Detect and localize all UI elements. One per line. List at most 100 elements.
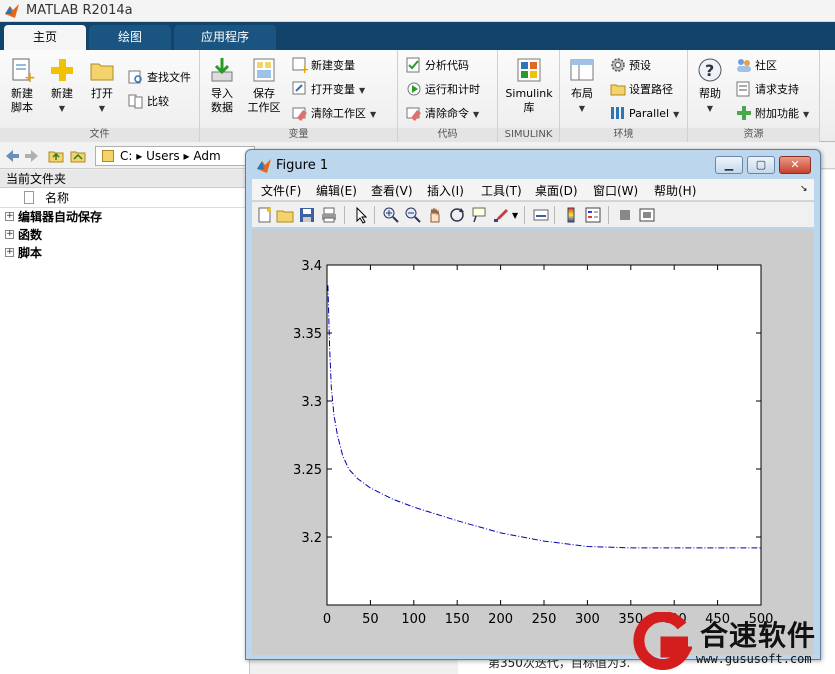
parallel-icon [610, 105, 626, 121]
layout-icon [568, 56, 596, 84]
x-tick-label: 250 [532, 612, 557, 627]
compare-button[interactable]: 比较 [128, 92, 169, 112]
clear-workspace-button[interactable]: 清除工作区 ▼ [292, 104, 376, 124]
tab-home[interactable]: 主页 [4, 25, 86, 50]
toolbar-separator [524, 206, 525, 224]
save-icon[interactable] [298, 206, 316, 224]
show-plot-tools-icon[interactable] [638, 206, 656, 224]
brush-dropdown-icon[interactable]: ▼ [512, 211, 518, 220]
layout-button[interactable]: 布局 ▼ [562, 56, 602, 116]
menu-tools[interactable]: 工具(T) [481, 182, 522, 199]
toolbar-separator [554, 206, 555, 224]
watermark-text: 合速软件 [700, 619, 817, 652]
open-variable-icon [292, 81, 308, 97]
watermark-logo-icon [633, 612, 692, 670]
menu-edit[interactable]: 编辑(E) [316, 182, 357, 199]
plot-area: 3.23.253.33.353.4 0 50 100 150 200 250 300 350 4… [293, 259, 773, 627]
zoom-out-icon[interactable] [404, 206, 422, 224]
open-button[interactable]: 打开 ▼ [82, 56, 122, 116]
run-time-icon [406, 81, 422, 97]
zoom-in-icon[interactable] [382, 206, 400, 224]
toolbar-separator [344, 206, 345, 224]
brush-icon[interactable] [492, 206, 510, 224]
colorbar-icon[interactable] [562, 206, 580, 224]
help-button[interactable]: ? 帮助 ▼ [690, 56, 730, 116]
hide-plot-tools-icon[interactable] [616, 206, 634, 224]
name-column-header[interactable]: 名称 [0, 188, 249, 208]
maximize-button[interactable]: ▢ [747, 156, 775, 174]
new-script-button[interactable]: + 新建 脚本 [2, 56, 42, 115]
preferences-button[interactable]: 预设 [610, 56, 651, 76]
folder-open-icon [88, 56, 116, 84]
find-files-button[interactable]: 查找文件 [128, 68, 191, 88]
data-cursor-icon[interactable] [470, 206, 488, 224]
menu-help[interactable]: 帮助(H) [654, 182, 696, 199]
open-variable-button[interactable]: 打开变量 ▼ [292, 80, 365, 100]
expand-icon[interactable]: + [5, 230, 14, 239]
tab-apps[interactable]: 应用程序 [174, 25, 276, 50]
menu-view[interactable]: 查看(V) [371, 182, 413, 199]
new-variable-button[interactable]: + 新建变量 [292, 56, 355, 76]
dock-arrow-icon[interactable]: ↘ [800, 184, 808, 194]
watermark: 合速软件 www.gususoft.com [630, 612, 835, 674]
new-variable-icon: + [292, 57, 309, 76]
ribbon-group-variable: 导入 数据 保存 工作区 + 新建变量 打开变量 ▼ 清除工作区 ▼ 变量 [200, 50, 398, 142]
rotate-3d-icon[interactable] [448, 206, 466, 224]
analyze-code-button[interactable]: 分析代码 [406, 56, 469, 76]
svg-text:+: + [300, 63, 308, 73]
gear-icon [610, 57, 626, 73]
x-tick-label: 50 [362, 612, 379, 627]
pointer-icon[interactable] [352, 206, 370, 224]
current-path-field[interactable]: C: ▸ Users ▸ Adm [95, 146, 255, 166]
run-and-time-button[interactable]: 运行和计时 [406, 80, 480, 100]
addons-button[interactable]: 附加功能 ▼ [736, 104, 809, 124]
minimize-button[interactable]: ▁ [715, 156, 743, 174]
folder-item-scripts[interactable]: + 脚本 [0, 244, 249, 262]
up-folder-icon[interactable] [48, 148, 64, 164]
new-script-icon: + [8, 56, 36, 86]
parallel-button[interactable]: Parallel ▼ [610, 104, 679, 124]
close-button[interactable]: ✕ [779, 156, 811, 174]
figure-canvas[interactable]: 3.2 3.25 3.3 3.35 3.4 0 50 100 150 200 250 300 350 4… [252, 229, 814, 655]
workspace-panel-edge [820, 170, 835, 674]
ribbon-group-file: + 新建 脚本 新建 ▼ 打开 ▼ 查找文件 比较 文件 [0, 50, 200, 142]
ribbon-tab-bar: 主页 绘图 应用程序 [0, 22, 835, 50]
folder-item-functions[interactable]: + 函数 [0, 226, 249, 244]
set-path-icon [610, 81, 626, 97]
back-arrow-icon[interactable] [4, 148, 20, 164]
pan-hand-icon[interactable] [426, 206, 444, 224]
folder-item-autosave[interactable]: + 编辑器自动保存 [0, 208, 249, 226]
group-label-variable: 变量 [200, 128, 397, 142]
y-tick-label: 3.2 [301, 531, 322, 546]
expand-icon[interactable]: + [5, 212, 14, 221]
community-button[interactable]: 社区 [736, 56, 777, 76]
set-path-button[interactable]: 设置路径 [610, 80, 673, 100]
link-plot-icon[interactable] [532, 206, 550, 224]
save-workspace-button[interactable]: 保存 工作区 [244, 56, 284, 115]
browse-folder-icon[interactable] [70, 148, 86, 164]
expand-icon[interactable]: + [5, 248, 14, 257]
legend-icon[interactable] [584, 206, 602, 224]
open-file-icon[interactable] [276, 206, 294, 224]
new-figure-icon[interactable] [256, 206, 274, 224]
menu-desktop[interactable]: 桌面(D) [535, 182, 578, 199]
eraser-icon [292, 105, 308, 121]
menu-file[interactable]: 文件(F) [261, 182, 301, 199]
figure-toolbar: ▼ [252, 202, 814, 228]
clear-commands-button[interactable]: 清除命令 ▼ [406, 104, 479, 124]
menu-insert[interactable]: 插入(I) [427, 182, 464, 199]
y-tick-label: 3.4 [301, 259, 322, 274]
request-support-button[interactable]: 请求支持 [736, 80, 799, 100]
ribbon-group-resources: ? 帮助 ▼ 社区 请求支持 附加功能 ▼ 资源 [688, 50, 820, 142]
print-icon[interactable] [320, 206, 338, 224]
tab-plots[interactable]: 绘图 [89, 25, 171, 50]
x-tick-label: 0 [323, 612, 331, 627]
import-data-button[interactable]: 导入 数据 [202, 56, 242, 115]
new-button[interactable]: 新建 ▼ [42, 56, 82, 116]
ribbon: + 新建 脚本 新建 ▼ 打开 ▼ 查找文件 比较 文件 导入 数据 保存 工作… [0, 50, 835, 142]
menu-window[interactable]: 窗口(W) [593, 182, 638, 199]
figure-window[interactable]: Figure 1 ▁ ▢ ✕ 文件(F) 编辑(E) 查看(V) 插入(I) 工… [245, 149, 821, 660]
simulink-library-button[interactable]: Simulink 库 [504, 56, 554, 115]
forward-arrow-icon[interactable] [24, 148, 40, 164]
group-label-code: 代码 [398, 128, 497, 142]
